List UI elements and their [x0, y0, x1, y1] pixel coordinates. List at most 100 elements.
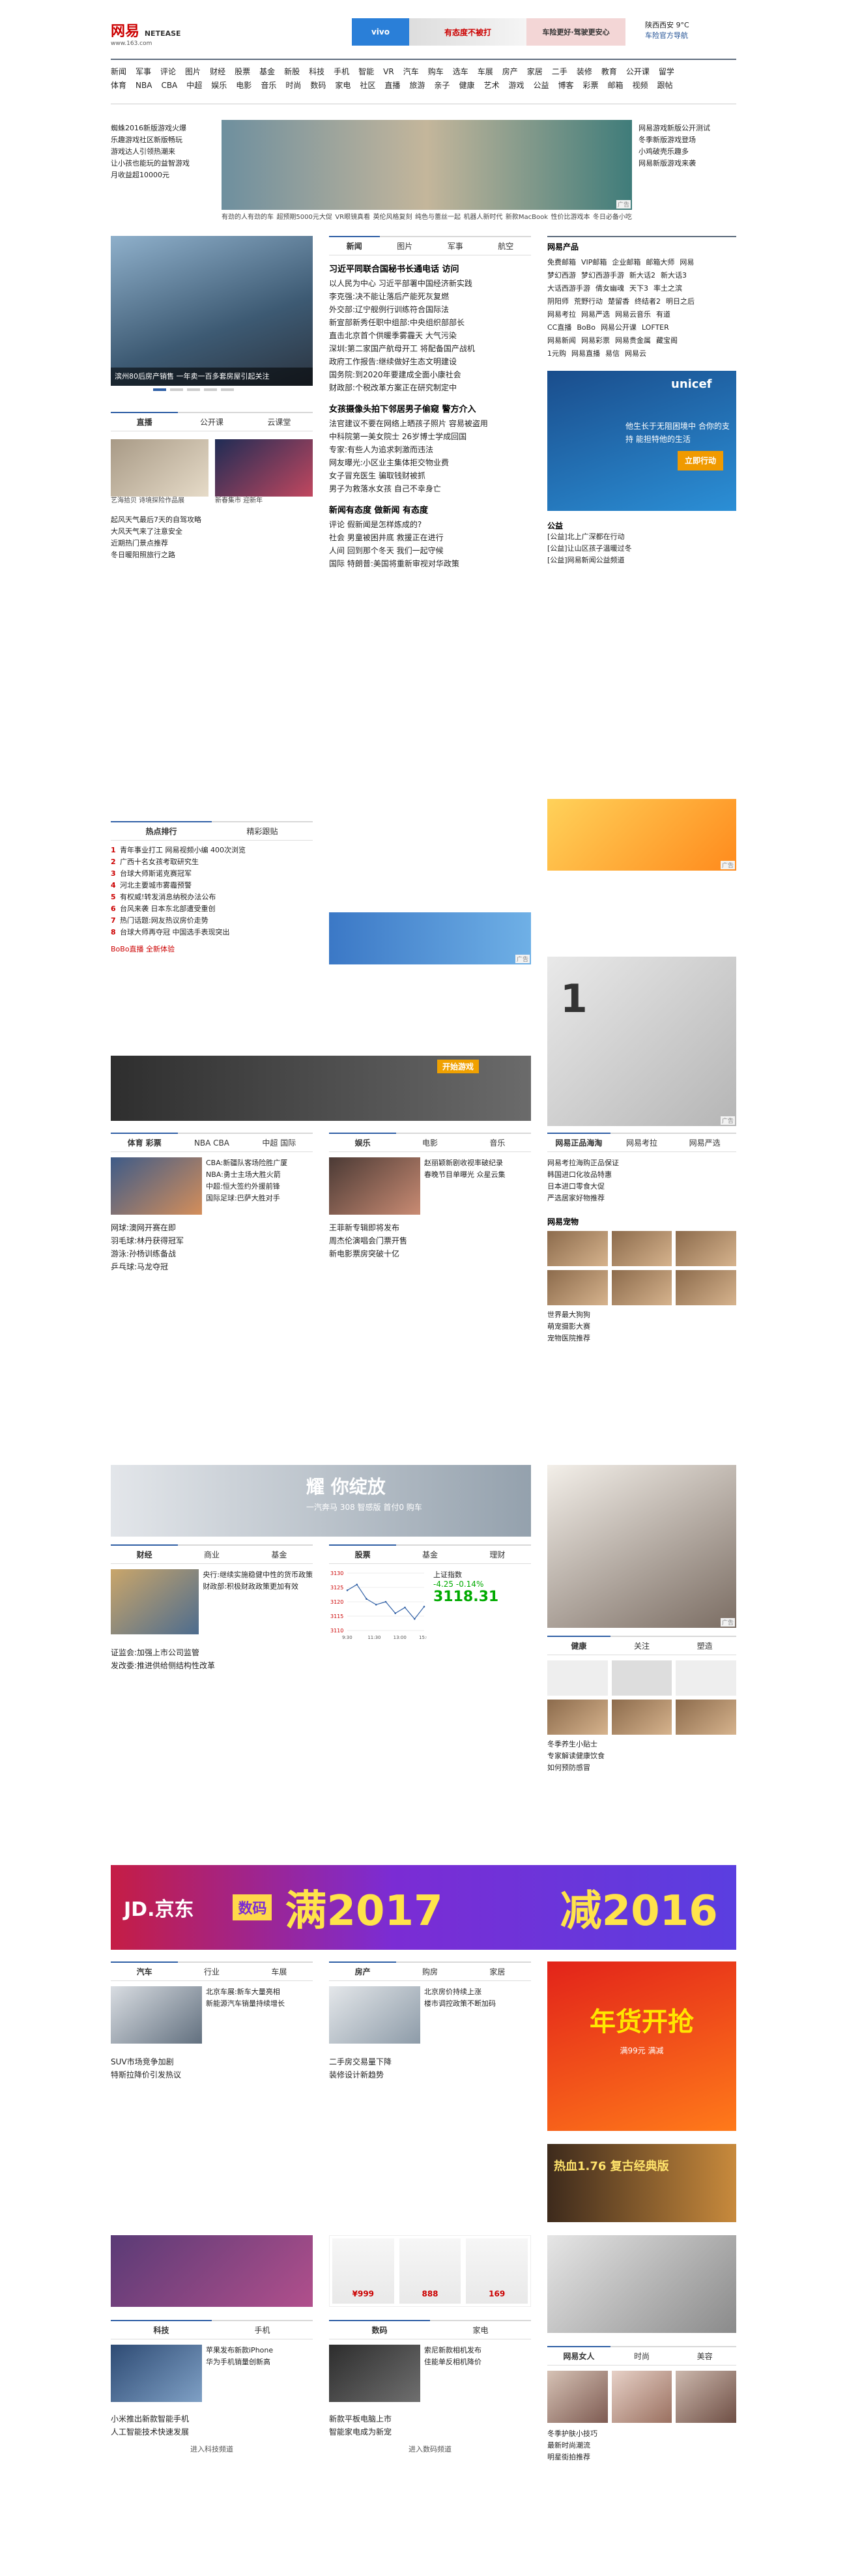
health-photo[interactable]: [547, 1660, 608, 1696]
product-link[interactable]: 阴阳师: [547, 295, 569, 308]
tab[interactable]: 网易女人: [547, 2346, 610, 2365]
tab[interactable]: 基金: [246, 1546, 313, 1563]
product-link[interactable]: 网易直播: [571, 347, 600, 360]
list-item[interactable]: 乐趣游戏社区新版畅玩: [111, 134, 212, 146]
list-item[interactable]: 佳能单反相机降价: [424, 2356, 531, 2368]
nav-link[interactable]: 博客: [558, 79, 574, 93]
product-link[interactable]: 楚留香: [608, 295, 629, 308]
list-item[interactable]: 财政部:个税改革方案正在研究制定中: [329, 381, 531, 394]
list-item[interactable]: 冬季养生小贴士: [547, 1739, 736, 1750]
list-item[interactable]: 小鸡破壳乐趣多: [639, 146, 736, 158]
pet-photo[interactable]: [547, 1231, 608, 1266]
netease-logo[interactable]: 网易 NETEASE www.163.com: [111, 20, 195, 48]
tab[interactable]: 房产: [329, 1961, 397, 1980]
product-link[interactable]: 天下3: [629, 282, 648, 295]
nav-link[interactable]: 房产: [502, 65, 518, 79]
tab[interactable]: 电影: [396, 1134, 463, 1151]
start-game-button[interactable]: 开始游戏: [437, 1060, 479, 1073]
nav-link[interactable]: 旅游: [409, 79, 425, 93]
unicef-button[interactable]: 立即行动: [678, 451, 723, 470]
list-item[interactable]: 发改委:推进供给侧结构性改革: [111, 1659, 313, 1672]
game-ad-square[interactable]: 广告: [547, 799, 736, 871]
product-link[interactable]: LOFTER: [642, 321, 669, 334]
zhibo-card[interactable]: 新春集市 迎新年: [215, 439, 313, 505]
list-item[interactable]: 人间 回到那个冬天 我们一起守候: [329, 544, 531, 557]
list-item[interactable]: 乒乓球:马龙夺冠: [111, 1260, 313, 1273]
list-item[interactable]: 近期热门景点推荐: [111, 538, 313, 549]
nav-link[interactable]: 亲子: [434, 79, 450, 93]
list-item[interactable]: [公益]北上广深都在行动: [547, 531, 736, 543]
nav-link[interactable]: 手机: [334, 65, 349, 79]
list-item[interactable]: SUV市场竞争加剧: [111, 2055, 313, 2068]
pet-photo[interactable]: [611, 1231, 672, 1266]
list-item[interactable]: 新电影票房突破十亿: [329, 1247, 531, 1260]
strip-caption[interactable]: 纯色与蕾丝一起: [415, 211, 461, 221]
product-link[interactable]: 网易彩票: [581, 334, 610, 347]
nav-link[interactable]: 数码: [310, 79, 326, 93]
tab[interactable]: 网易正品海淘: [547, 1133, 610, 1151]
nav-link[interactable]: 新股: [284, 65, 300, 79]
nav-link[interactable]: 二手: [552, 65, 567, 79]
strip-caption[interactable]: 冬日必备小吃: [593, 211, 632, 221]
auto-thumb[interactable]: [111, 1986, 202, 2044]
tab[interactable]: 塑造: [673, 1637, 736, 1655]
list-item[interactable]: 装修设计新趋势: [329, 2068, 531, 2081]
nav-link[interactable]: 跟帖: [657, 79, 673, 93]
nav-link[interactable]: 基金: [259, 65, 275, 79]
list-item[interactable]: 二手房交易量下降: [329, 2055, 531, 2068]
nav-link[interactable]: 社区: [360, 79, 375, 93]
beauty-photo[interactable]: [676, 2371, 736, 2423]
nav-link[interactable]: 艺术: [483, 79, 499, 93]
beauty-photo[interactable]: [611, 2371, 672, 2423]
list-item[interactable]: 以人民为中心 习近平部署中国经济新实践: [329, 277, 531, 290]
attitude-ad[interactable]: 有态度不被打: [409, 18, 526, 46]
list-item[interactable]: 深圳:第二家国产航母开工 将配备国产战机: [329, 342, 531, 355]
tab[interactable]: 直播: [111, 412, 179, 431]
insurance-ad[interactable]: 车险更好·驾驶更安心: [526, 18, 625, 46]
nav-link[interactable]: 评论: [160, 65, 176, 79]
digital-footer-link[interactable]: 进入数码频道: [329, 2444, 531, 2454]
list-item[interactable]: 评论 假新闻是怎样炼成的?: [329, 518, 531, 531]
strip-caption[interactable]: 机器人新时代: [463, 211, 502, 221]
rank-row[interactable]: 3 台球大师斯诺克赛冠军: [111, 868, 313, 880]
list-item[interactable]: [公益]网易新闻公益频道: [547, 555, 736, 566]
rank-row[interactable]: 2 广西十名女孩考取研究生: [111, 856, 313, 868]
strip-caption[interactable]: VR眼镜真看: [335, 211, 370, 221]
list-item[interactable]: 宠物医院推荐: [547, 1333, 736, 1344]
promo-cell[interactable]: ¥999: [332, 2238, 394, 2304]
tab[interactable]: 军事: [430, 237, 481, 255]
nav-link[interactable]: 军事: [136, 65, 151, 79]
clothing-ad[interactable]: [547, 2235, 736, 2333]
list-item[interactable]: 周杰伦演唱会门票开售: [329, 1234, 531, 1247]
list-item[interactable]: 最新时尚潮流: [547, 2440, 736, 2452]
tab[interactable]: 汽车: [111, 1961, 179, 1980]
list-item[interactable]: 财政部:积极财政政策更加有效: [203, 1581, 313, 1593]
tab[interactable]: 家电: [430, 2321, 531, 2339]
tab[interactable]: 热点排行: [111, 821, 212, 840]
list-item[interactable]: 苹果发布新款iPhone: [206, 2345, 313, 2356]
health-photo[interactable]: [676, 1660, 736, 1696]
vivo-ad[interactable]: vivo: [352, 18, 409, 46]
product-link[interactable]: BoBo: [577, 321, 596, 334]
tab[interactable]: 行业: [178, 1963, 245, 1980]
pet-photo[interactable]: [676, 1270, 736, 1305]
list-item[interactable]: 北京房价持续上涨: [424, 1986, 531, 1998]
nav-link[interactable]: 留学: [659, 65, 674, 79]
nav-link[interactable]: 财经: [210, 65, 225, 79]
news-headline-3[interactable]: 新闻有态度 做新闻 有态度: [329, 503, 531, 515]
list-item[interactable]: 政府工作报告:继续做好生态文明建设: [329, 355, 531, 368]
product-link[interactable]: 荒野行动: [574, 295, 603, 308]
product-link[interactable]: 邮箱大师: [646, 256, 674, 269]
list-item[interactable]: 索尼新款相机发布: [424, 2345, 531, 2356]
product-link[interactable]: 易信: [605, 347, 620, 360]
nav-link[interactable]: 教育: [601, 65, 617, 79]
tab[interactable]: 航空: [481, 237, 532, 255]
list-item[interactable]: 大风天气来了注意安全: [111, 526, 313, 538]
tab[interactable]: 关注: [610, 1637, 674, 1655]
product-link[interactable]: 网易云音乐: [615, 308, 651, 321]
list-item[interactable]: 华为手机销量创新高: [206, 2356, 313, 2368]
list-item[interactable]: 冬季新版游戏登场: [639, 134, 736, 146]
list-item[interactable]: 新宣部新秀任职中组部:中央组织部部长: [329, 316, 531, 329]
tab[interactable]: 云课堂: [246, 413, 313, 431]
rank-row[interactable]: 5 有权威!转发消息纳税办法公布: [111, 891, 313, 903]
